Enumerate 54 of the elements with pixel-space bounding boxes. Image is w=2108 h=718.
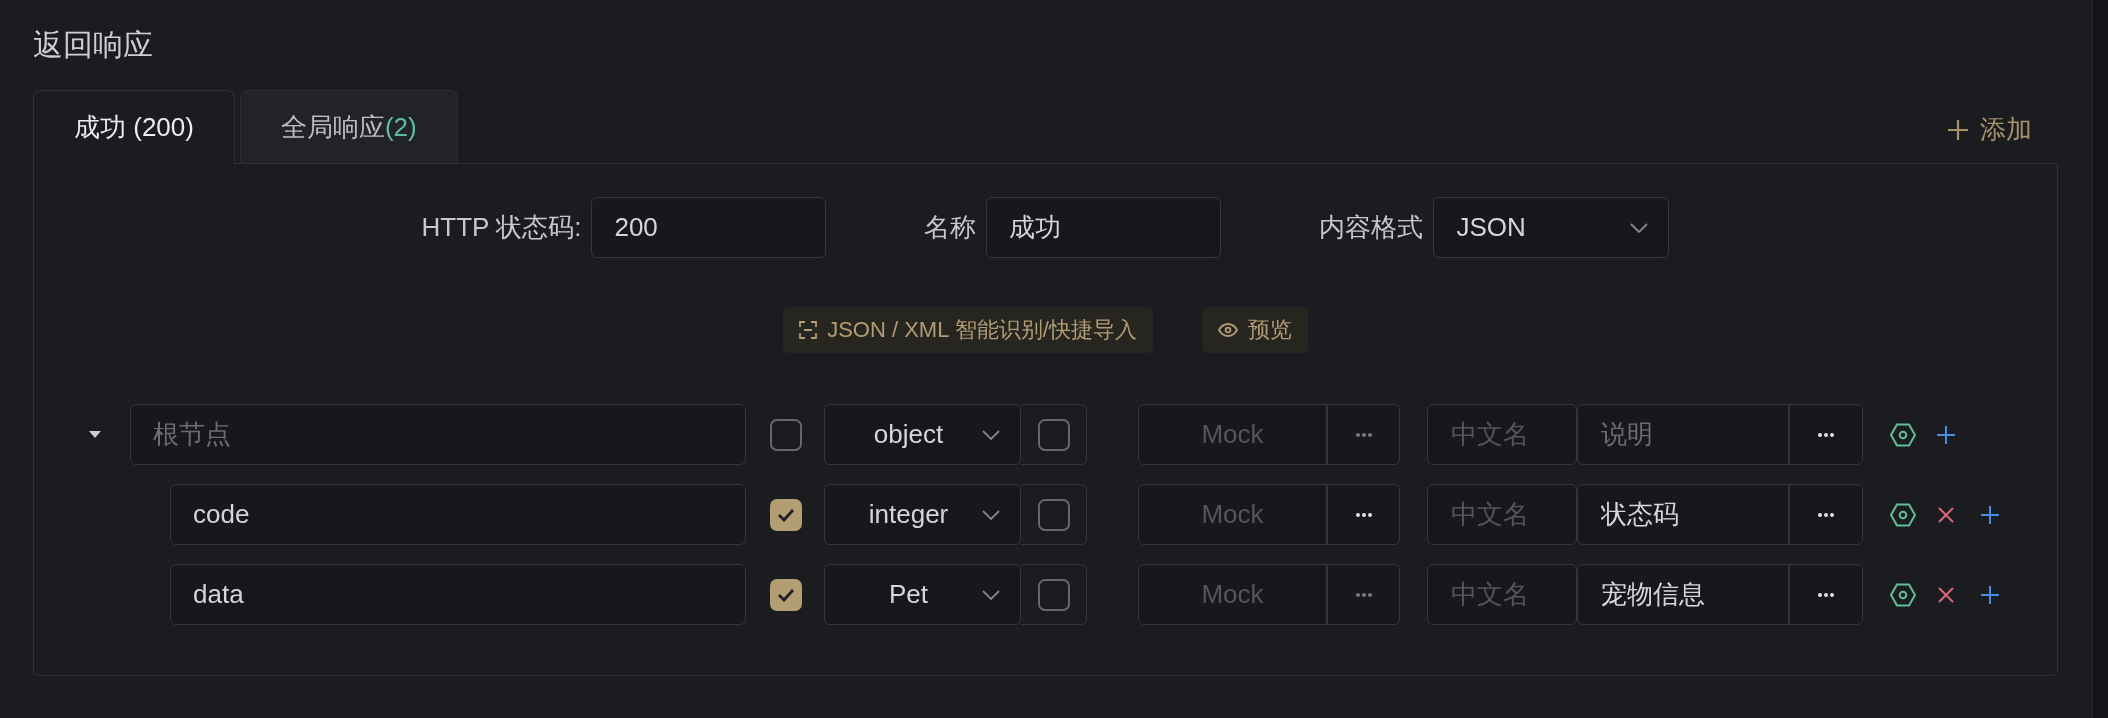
settings-icon[interactable]	[1890, 422, 1916, 447]
title-input[interactable]: 中文名	[1427, 564, 1577, 625]
description-input[interactable]: 宠物信息	[1577, 564, 1789, 625]
status-code-input[interactable]: 200	[591, 197, 827, 258]
scan-icon	[799, 321, 818, 339]
chevron-down-icon	[982, 509, 1000, 520]
content-format-select[interactable]: JSON	[1433, 197, 1670, 258]
checkbox[interactable]	[1037, 418, 1070, 451]
title-input[interactable]: 中文名	[1427, 484, 1577, 545]
response-name-input[interactable]: 成功	[986, 197, 1222, 258]
section-title: 返回响应	[33, 27, 153, 63]
title-input[interactable]: 中文名	[1427, 404, 1577, 465]
mock-input[interactable]: Mock	[1138, 484, 1327, 545]
add-button[interactable]: 添加	[1948, 112, 2032, 147]
check-icon	[777, 587, 795, 602]
more-icon	[1818, 512, 1834, 517]
field-label: 内容格式	[1319, 211, 1424, 244]
eye-icon	[1217, 323, 1238, 337]
plus-icon[interactable]	[1937, 425, 1955, 444]
preview-button[interactable]: 预览	[1201, 307, 1308, 353]
checkbox[interactable]	[1037, 578, 1070, 611]
checkbox[interactable]	[1037, 498, 1070, 531]
type-select[interactable]: integer	[824, 484, 1021, 545]
import-button[interactable]: JSON / XML 智能识别/快捷导入	[783, 307, 1153, 353]
checkbox[interactable]	[770, 418, 802, 451]
tab[interactable]: 成功 (200)	[33, 90, 235, 164]
field-name-input[interactable]: code	[170, 484, 746, 545]
field-name-input[interactable]: 根节点	[130, 404, 746, 465]
description-input[interactable]: 说明	[1577, 404, 1789, 465]
plus-icon[interactable]	[1981, 505, 1999, 524]
cross-icon[interactable]	[1938, 586, 1954, 603]
settings-icon[interactable]	[1890, 582, 1916, 607]
mock-input[interactable]: Mock	[1138, 404, 1327, 465]
field-label: HTTP 状态码:	[421, 211, 582, 244]
more-icon	[1818, 432, 1834, 437]
tab[interactable]: 全局响应(2)	[239, 90, 458, 164]
plus-icon[interactable]	[1948, 119, 1968, 140]
more-icon	[1818, 592, 1834, 597]
type-select[interactable]: Pet	[824, 564, 1021, 625]
checkbox[interactable]	[770, 578, 802, 611]
description-input[interactable]: 状态码	[1577, 484, 1789, 545]
chevron-down-icon	[982, 429, 1000, 440]
type-select[interactable]: object	[824, 404, 1021, 465]
plus-icon[interactable]	[1981, 585, 1999, 604]
field-name-input[interactable]: data	[170, 564, 746, 625]
caret-down-icon[interactable]	[89, 431, 101, 438]
mock-input[interactable]: Mock	[1138, 564, 1327, 625]
field-label: 名称	[924, 211, 977, 244]
check-icon	[777, 507, 795, 522]
settings-icon[interactable]	[1890, 502, 1916, 527]
checkbox[interactable]	[770, 498, 802, 531]
chevron-down-icon	[1630, 222, 1649, 233]
cross-icon[interactable]	[1938, 506, 1954, 523]
chevron-down-icon	[982, 589, 1000, 600]
